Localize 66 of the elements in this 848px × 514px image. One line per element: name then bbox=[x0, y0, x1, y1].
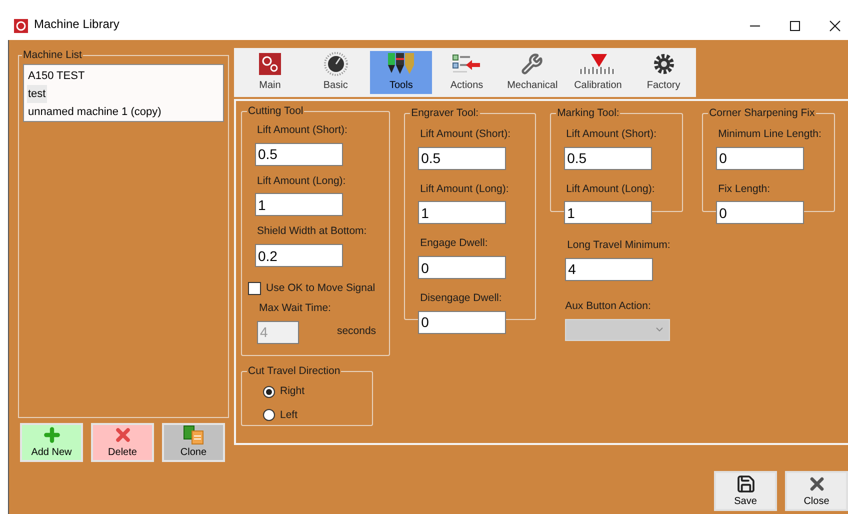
group-title: Corner Sharpening Fix bbox=[708, 106, 816, 121]
group-title: Engraver Tool: bbox=[410, 106, 480, 121]
checkbox[interactable] bbox=[248, 282, 261, 296]
knob-icon bbox=[324, 52, 348, 76]
radio-label: Left bbox=[280, 408, 298, 422]
tab[interactable]: Actions bbox=[436, 51, 498, 94]
tab[interactable]: Basic bbox=[304, 51, 367, 94]
tab[interactable]: Main bbox=[239, 51, 301, 94]
field-label: Lift Amount (Long): bbox=[565, 182, 656, 196]
text-field[interactable]: 0.5 bbox=[418, 146, 506, 170]
text-field[interactable]: 4 bbox=[565, 258, 654, 281]
list-item[interactable]: unnamed machine 1 (copy) bbox=[27, 102, 162, 121]
field-label: Max Wait Time: bbox=[258, 300, 331, 316]
copy-icon bbox=[182, 425, 204, 445]
text-field[interactable]: 0.5 bbox=[255, 142, 343, 166]
field-label: Engage Dwell: bbox=[419, 236, 489, 252]
wrench-icon bbox=[521, 53, 544, 75]
tab[interactable]: Mechanical bbox=[501, 51, 564, 94]
group-title: Cut Travel Direction bbox=[247, 364, 342, 379]
checkbox-label: Use OK to Move Signal bbox=[266, 281, 376, 296]
unit-label: seconds bbox=[336, 324, 376, 339]
text-field[interactable]: 0 bbox=[716, 201, 804, 224]
tab[interactable]: Tools bbox=[370, 51, 432, 94]
window-title: Machine Library bbox=[34, 16, 120, 33]
text-field[interactable]: 0.5 bbox=[564, 146, 652, 170]
close-icon[interactable] bbox=[828, 19, 842, 33]
group-title: Marking Tool: bbox=[556, 106, 620, 121]
action-button[interactable]: Close bbox=[785, 471, 848, 511]
list-item[interactable]: test bbox=[27, 84, 47, 103]
action-button[interactable]: Delete bbox=[91, 423, 154, 462]
list-item[interactable]: A150 TEST bbox=[27, 66, 86, 85]
radio-button[interactable] bbox=[263, 386, 275, 398]
gears-icon bbox=[259, 53, 281, 75]
field-label: Long Travel Minimum: bbox=[566, 238, 672, 253]
field-label: Lift Amount (Short): bbox=[565, 126, 658, 142]
field-label: Lift Amount (Long): bbox=[256, 174, 347, 188]
field-label: Disengage Dwell: bbox=[419, 291, 503, 306]
radio-button[interactable] bbox=[263, 409, 275, 422]
tab[interactable]: Factory bbox=[632, 51, 695, 94]
field-label: Fix Length: bbox=[717, 182, 772, 196]
tab[interactable]: Calibration bbox=[566, 51, 629, 94]
field-label: Lift Amount (Short): bbox=[419, 126, 512, 142]
pens-icon bbox=[386, 52, 416, 76]
maximize-icon[interactable] bbox=[788, 19, 802, 33]
list-arrow-icon bbox=[452, 53, 482, 75]
text-field[interactable]: 1 bbox=[564, 201, 652, 224]
action-button[interactable]: Add New bbox=[20, 423, 83, 462]
group-title: Machine List bbox=[22, 48, 83, 63]
radio-label: Right bbox=[280, 384, 305, 399]
text-field[interactable]: 0 bbox=[716, 146, 804, 170]
action-button[interactable]: Save bbox=[714, 471, 777, 511]
text-field[interactable]: 0 bbox=[418, 256, 506, 279]
field-label: Shield Width at Bottom: bbox=[256, 224, 368, 240]
text-field[interactable]: 0 bbox=[418, 310, 506, 334]
app-icon bbox=[14, 19, 28, 33]
field-label: Aux Button Action: bbox=[565, 298, 652, 314]
gear-icon bbox=[652, 53, 675, 75]
text-field[interactable]: 1 bbox=[418, 201, 506, 224]
text-field[interactable]: 0.2 bbox=[255, 244, 343, 267]
save-icon bbox=[736, 474, 756, 494]
field-label: Lift Amount (Long): bbox=[419, 182, 510, 196]
action-button[interactable]: Clone bbox=[162, 423, 225, 462]
field-label: Minimum Line Length: bbox=[717, 126, 822, 142]
text-field[interactable]: 1 bbox=[255, 193, 343, 216]
field-label: Lift Amount (Short): bbox=[256, 122, 348, 138]
group-title: Cutting Tool bbox=[247, 104, 304, 119]
